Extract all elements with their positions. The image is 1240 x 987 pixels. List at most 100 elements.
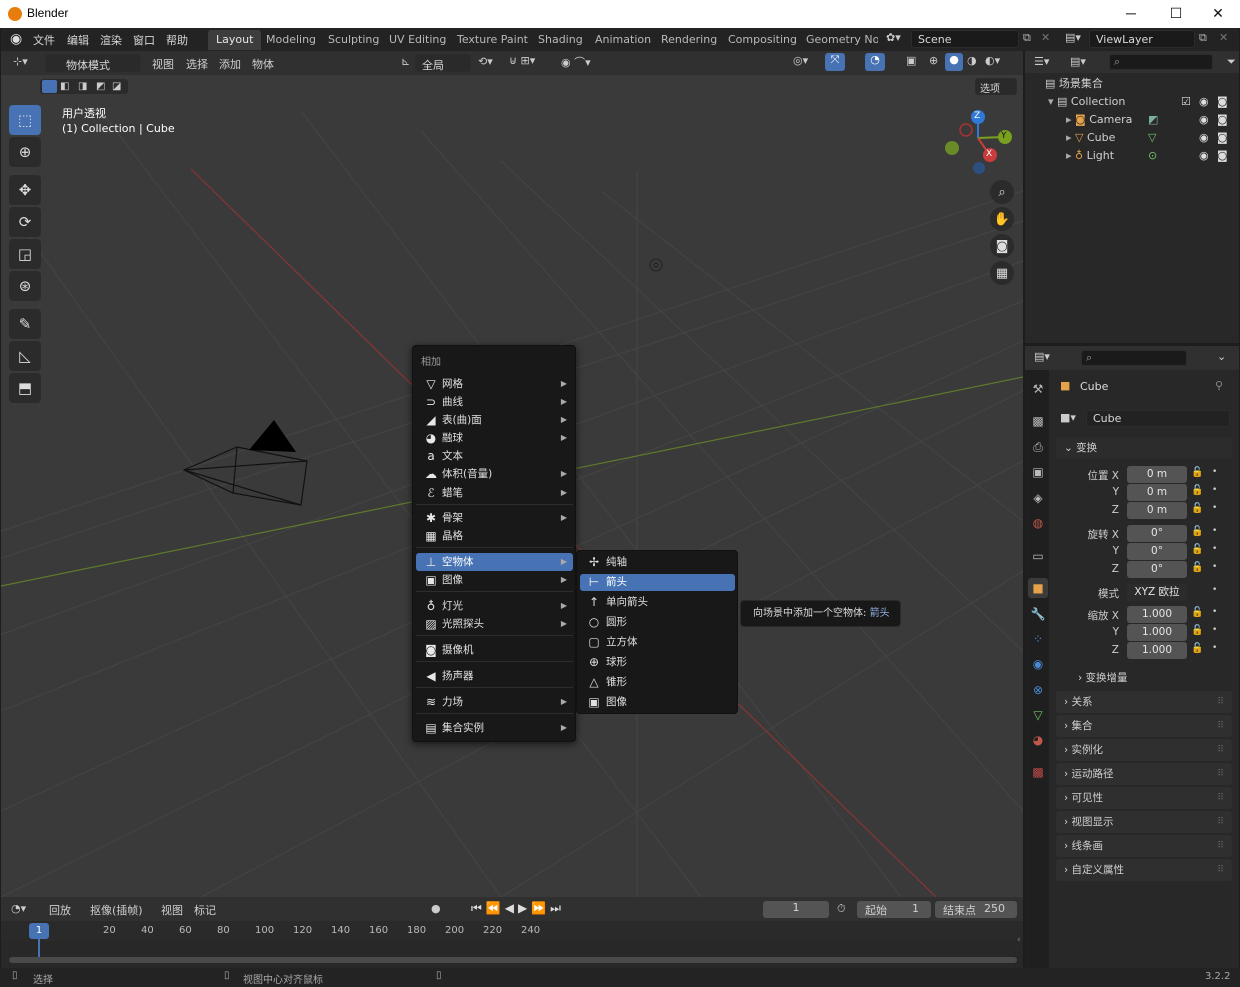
add-menu-item[interactable]: ◀ 扬声器: [416, 667, 573, 685]
properties-section[interactable]: › 关系 ⠿: [1056, 691, 1232, 713]
collection-tab-icon[interactable]: ▭: [1028, 546, 1048, 566]
object-mode-dropdown[interactable]: 物体模式: [45, 54, 141, 72]
timeline-menu-keying[interactable]: 抠像(插帧): [90, 902, 143, 918]
keyframe-dot-icon[interactable]: •: [1212, 562, 1217, 572]
empty-submenu-item[interactable]: ⊕ 球形: [580, 654, 735, 671]
object-name-field[interactable]: Cube: [1086, 410, 1230, 427]
keyframe-dot-icon[interactable]: •: [1212, 544, 1217, 554]
add-menu-item[interactable]: ▤ 集合实例 ▶: [416, 719, 573, 737]
transform-tool-icon[interactable]: ⊛: [9, 271, 41, 301]
rotation-z-field[interactable]: 0°: [1127, 561, 1187, 578]
move-tool-icon[interactable]: ✥: [9, 175, 41, 205]
select-subtract-icon[interactable]: ◨: [78, 81, 87, 92]
add-menu-item[interactable]: ≋ 力场 ▶: [416, 693, 573, 711]
outliner-object-row[interactable]: ▸ ▽ Cube ▽ ◉ ◙: [1066, 129, 1234, 147]
current-frame-field[interactable]: 1: [763, 901, 829, 918]
tool-tab-icon[interactable]: ⚒: [1028, 379, 1048, 399]
location-x-field[interactable]: 0 m: [1127, 466, 1187, 483]
select-intersect-icon[interactable]: ◪: [112, 81, 121, 92]
drag-handle-icon[interactable]: ⠿: [1217, 715, 1224, 737]
rotation-y-field[interactable]: 0°: [1127, 543, 1187, 560]
modifier-tab-icon[interactable]: 🔧: [1028, 604, 1048, 624]
menu-window[interactable]: 窗口: [133, 32, 155, 48]
expand-arrow-icon[interactable]: ▸: [1066, 149, 1075, 162]
render-camera-icon[interactable]: ◙: [1217, 111, 1228, 129]
blender-menu-icon[interactable]: ◉: [10, 31, 22, 47]
particles-tab-icon[interactable]: ⁘: [1028, 629, 1048, 649]
annotate-tool-icon[interactable]: ✎: [9, 309, 41, 339]
tab-geometry-nodes[interactable]: Geometry Noc: [798, 30, 878, 50]
empty-submenu-item[interactable]: ↑ 单向箭头: [580, 594, 735, 611]
expand-arrow-icon[interactable]: ▸: [1066, 113, 1075, 126]
lock-icon[interactable]: 🔓: [1191, 544, 1203, 555]
delta-transform-subpanel[interactable]: › 变换增量: [1064, 668, 1232, 688]
tab-shading[interactable]: Shading: [530, 30, 591, 50]
delete-view-layer-icon[interactable]: ✕: [1219, 31, 1228, 44]
scale-y-field[interactable]: 1.000: [1127, 624, 1187, 641]
tab-texture-paint[interactable]: Texture Paint: [449, 30, 536, 50]
pin-icon[interactable]: ⚲: [1215, 379, 1223, 392]
add-menu-item[interactable]: ℰ 蜡笔 ▶: [416, 484, 573, 502]
start-frame-field[interactable]: 起始 1: [857, 901, 931, 918]
outliner-object-row[interactable]: ▸ ♁ Light ⊙ ◉ ◙: [1066, 147, 1234, 165]
outliner-collection-row[interactable]: ▾ ▤ Collection ☑ ◉ ◙: [1048, 93, 1234, 111]
object-tab-icon[interactable]: ■: [1028, 578, 1048, 598]
properties-section[interactable]: › 实例化 ⠿: [1056, 739, 1232, 761]
minimize-button[interactable]: ─: [1108, 0, 1154, 28]
lock-icon[interactable]: 🔓: [1191, 467, 1203, 478]
add-menu-item[interactable]: ♁ 灯光 ▶: [416, 597, 573, 615]
tab-uv-editing[interactable]: UV Editing: [381, 30, 454, 50]
proportional-edit-icon[interactable]: ◉ ⌒▾: [561, 54, 591, 70]
keyframe-dot-icon[interactable]: •: [1212, 526, 1217, 536]
render-camera-icon[interactable]: ◙: [1217, 129, 1228, 147]
menu-file[interactable]: 文件: [33, 32, 55, 48]
lock-icon[interactable]: 🔓: [1191, 485, 1203, 496]
transform-panel-header[interactable]: ⌄ 变换: [1056, 437, 1232, 459]
menu-edit[interactable]: 编辑: [67, 32, 89, 48]
overlay-toggle-icon[interactable]: ◔: [865, 53, 885, 71]
properties-section[interactable]: › 线条画 ⠿: [1056, 835, 1232, 857]
select-box-tool-icon[interactable]: ⬚: [9, 105, 41, 135]
properties-section[interactable]: › 运动路径 ⠿: [1056, 763, 1232, 785]
empty-submenu-item[interactable]: ⊢ 箭头: [580, 574, 735, 591]
object-browse-icon[interactable]: ■▾: [1060, 411, 1076, 424]
add-menu-item[interactable]: ⊃ 曲线 ▶: [416, 393, 573, 411]
select-invert-icon[interactable]: ◩: [96, 81, 105, 92]
timeline-menu-view[interactable]: 视图: [161, 902, 183, 918]
snap-icon[interactable]: ⊍ ⊞▾: [509, 54, 535, 67]
scale-z-field[interactable]: 1.000: [1127, 642, 1187, 659]
rendered-shading-icon[interactable]: ◐▾: [985, 54, 1000, 67]
scale-tool-icon[interactable]: ◲: [9, 239, 41, 269]
rotate-tool-icon[interactable]: ⟳: [9, 207, 41, 237]
drag-handle-icon[interactable]: ⠿: [1217, 859, 1224, 881]
timeline-editor-icon[interactable]: ◔▾: [11, 902, 26, 915]
ortho-grid-icon[interactable]: ▦: [990, 261, 1014, 285]
measure-tool-icon[interactable]: ◺: [9, 341, 41, 371]
lock-icon[interactable]: 🔓: [1191, 607, 1203, 618]
properties-section[interactable]: › 自定义属性 ⠿: [1056, 859, 1232, 881]
add-menu-item[interactable]: ◢ 表(曲)面 ▶: [416, 411, 573, 429]
object-data-icon[interactable]: ▽: [1148, 129, 1156, 147]
object-data-icon[interactable]: ◩: [1148, 111, 1158, 129]
gizmo-toggle-icon[interactable]: ⤧: [825, 53, 845, 71]
visibility-eye-icon[interactable]: ◉: [1199, 147, 1209, 165]
keyframe-dot-icon[interactable]: •: [1212, 467, 1217, 477]
timeline-menu-marker[interactable]: 标记: [194, 902, 216, 918]
menu-add[interactable]: 添加: [219, 56, 241, 72]
zoom-icon[interactable]: ⌕: [990, 180, 1014, 204]
render-camera-icon[interactable]: ◙: [1217, 93, 1228, 111]
outliner-search-input[interactable]: ⌕: [1109, 54, 1213, 70]
drag-handle-icon[interactable]: ⠿: [1217, 691, 1224, 713]
visibility-eye-icon[interactable]: ◉: [1199, 129, 1209, 147]
properties-search-input[interactable]: ⌕: [1081, 350, 1187, 366]
menu-help[interactable]: 帮助: [166, 32, 188, 48]
menu-select[interactable]: 选择: [186, 56, 208, 72]
properties-section[interactable]: › 集合 ⠿: [1056, 715, 1232, 737]
playback-controls[interactable]: ⏮⏪◀▶⏩⏭: [471, 901, 565, 916]
outliner-editor-icon[interactable]: ☰▾: [1034, 55, 1049, 68]
add-menu-item[interactable]: ⊥ 空物体 ▶: [416, 553, 573, 571]
location-y-field[interactable]: 0 m: [1127, 484, 1187, 501]
add-menu-item[interactable]: ✱ 骨架 ▶: [416, 509, 573, 527]
tab-rendering[interactable]: Rendering: [653, 30, 725, 50]
drag-handle-icon[interactable]: ⠿: [1217, 835, 1224, 857]
